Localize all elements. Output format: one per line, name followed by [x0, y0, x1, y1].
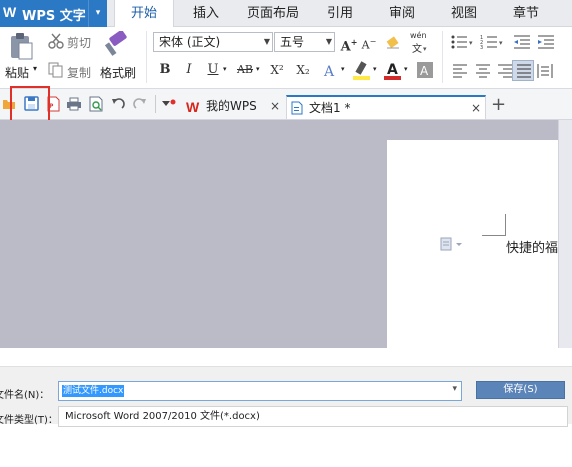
svg-text:▾: ▾ — [469, 39, 473, 47]
filetype-label: 文件类型(T)： — [0, 415, 58, 426]
undo-icon[interactable] — [111, 97, 125, 111]
app-dropdown-icon[interactable]: ▾ — [88, 0, 107, 27]
format-painter-icon[interactable] — [104, 31, 130, 59]
bullet-list-icon[interactable]: ▾ — [450, 34, 474, 50]
document-icon — [291, 101, 303, 115]
filetype-select[interactable]: Microsoft Word 2007/2010 文件(*.docx) — [58, 406, 568, 427]
ribbon-divider — [146, 31, 147, 83]
tab-start[interactable]: 开始 — [114, 0, 174, 28]
filename-value: 测试文件.docx — [62, 385, 125, 397]
svg-text:▾: ▾ — [499, 39, 503, 47]
text-effect-dropdown-icon[interactable]: ▾ — [341, 65, 345, 73]
copy-icon[interactable] — [48, 62, 64, 78]
increase-indent-icon[interactable] — [537, 34, 555, 50]
close-icon[interactable]: × — [471, 97, 481, 119]
tab-review[interactable]: 审阅 — [376, 0, 428, 27]
ribbon: 粘贴 ▾ 剪切 复制 格式刷 宋体 (正文) ▼ 五号 ▼ A+ A− wén … — [0, 27, 572, 89]
tab-references[interactable]: 引用 — [314, 0, 366, 27]
highlight-icon[interactable] — [352, 61, 372, 81]
save-icon[interactable] — [24, 96, 39, 111]
open-folder-icon[interactable] — [2, 97, 16, 111]
svg-text:W: W — [186, 100, 200, 114]
print-icon[interactable] — [66, 97, 82, 111]
app-title: WPS 文字 — [22, 9, 86, 24]
document-text[interactable]: 快捷的福 — [506, 237, 558, 256]
wps-brand-icon: W — [186, 100, 200, 114]
distributed-align-icon[interactable] — [537, 63, 553, 79]
strikethrough-dropdown-icon[interactable]: ▾ — [256, 65, 260, 73]
chevron-down-icon: ▼ — [325, 37, 332, 46]
print-preview-icon[interactable] — [89, 96, 104, 112]
text-effect-icon[interactable]: A — [322, 63, 340, 79]
svg-text:A: A — [420, 64, 429, 78]
chevron-down-icon[interactable]: ▾ — [452, 384, 457, 394]
scissors-icon[interactable] — [48, 33, 64, 49]
title-bar: W WPS 文字 ▾ 开始 插入 页面布局 引用 审阅 视图 章节 — [0, 0, 572, 28]
justify-button[interactable] — [512, 60, 534, 81]
tab-my-wps[interactable]: W 我的WPS × — [184, 95, 284, 119]
cut-label[interactable]: 剪切 — [67, 34, 91, 51]
close-icon[interactable]: × — [270, 95, 280, 117]
svg-text:A: A — [387, 62, 398, 78]
italic-button[interactable]: I — [178, 60, 200, 80]
svg-text:3: 3 — [480, 45, 483, 50]
copy-label[interactable]: 复制 — [67, 64, 91, 81]
toolbar-divider — [155, 95, 156, 113]
align-justify-icon — [517, 64, 531, 78]
align-left-icon[interactable] — [452, 64, 468, 78]
paste-icon[interactable] — [8, 31, 34, 61]
tab-insert[interactable]: 插入 — [178, 0, 234, 27]
numbered-list-icon[interactable]: 1 2 3 ▾ — [480, 34, 504, 50]
clear-format-icon[interactable] — [385, 34, 401, 50]
align-center-icon[interactable] — [475, 64, 491, 78]
bold-button[interactable]: B — [154, 60, 176, 80]
font-name-select[interactable]: 宋体 (正文) ▼ — [153, 32, 273, 52]
tab-document1[interactable]: 文档1 * × — [286, 95, 486, 119]
chevron-down-icon: ▼ — [263, 37, 270, 46]
export-pdf-icon[interactable]: P — [46, 96, 61, 112]
filename-input[interactable]: 测试文件.docx ▾ — [58, 381, 462, 401]
tab-label: 文档1 * — [309, 101, 351, 115]
decrease-indent-icon[interactable] — [513, 34, 531, 50]
underline-button[interactable]: U — [202, 60, 224, 80]
vertical-scrollbar[interactable] — [558, 120, 572, 348]
margin-corner-mark — [482, 214, 506, 236]
paste-dropdown-icon[interactable]: ▾ — [33, 64, 37, 73]
svg-text:A: A — [323, 64, 335, 79]
font-color-icon[interactable]: A — [383, 61, 403, 81]
strikethrough-button[interactable]: AB — [234, 60, 256, 80]
tab-label: 我的WPS — [206, 99, 257, 113]
ribbon-divider — [442, 31, 443, 83]
align-right-icon[interactable] — [497, 64, 513, 78]
paragraph-layout-icon[interactable] — [440, 237, 466, 251]
paste-label[interactable]: 粘贴 — [5, 64, 29, 81]
format-painter-label[interactable]: 格式刷 — [100, 64, 136, 81]
svg-text:P: P — [49, 103, 54, 110]
pinyin-glyph: 文▾ — [412, 44, 427, 55]
pinyin-guide-icon[interactable]: wén — [410, 31, 427, 40]
subscript-button[interactable]: X₂ — [292, 60, 314, 80]
char-shading-icon[interactable]: A — [416, 61, 434, 79]
tab-chapter[interactable]: 章节 — [500, 0, 552, 27]
highlight-dropdown-icon[interactable]: ▾ — [373, 65, 377, 73]
underline-dropdown-icon[interactable]: ▾ — [223, 65, 227, 73]
app-menu-button[interactable]: W WPS 文字 ▾ — [0, 0, 107, 27]
wps-logo-icon: W — [3, 4, 17, 20]
redo-icon[interactable] — [133, 97, 147, 111]
font-size-select[interactable]: 五号 ▼ — [274, 32, 335, 52]
filename-label: 文件名(N)： — [0, 390, 50, 401]
superscript-button[interactable]: X² — [266, 60, 288, 80]
grow-font-icon[interactable]: A+ — [338, 32, 360, 54]
customize-toolbar-icon[interactable] — [161, 98, 177, 110]
new-tab-button[interactable]: + — [491, 94, 506, 115]
shrink-font-icon[interactable]: A− — [358, 32, 380, 52]
tab-page-layout[interactable]: 页面布局 — [240, 0, 306, 27]
font-color-dropdown-icon[interactable]: ▾ — [404, 65, 408, 73]
save-button[interactable]: 保存(S) — [476, 381, 565, 399]
tab-view[interactable]: 视图 — [438, 0, 490, 27]
